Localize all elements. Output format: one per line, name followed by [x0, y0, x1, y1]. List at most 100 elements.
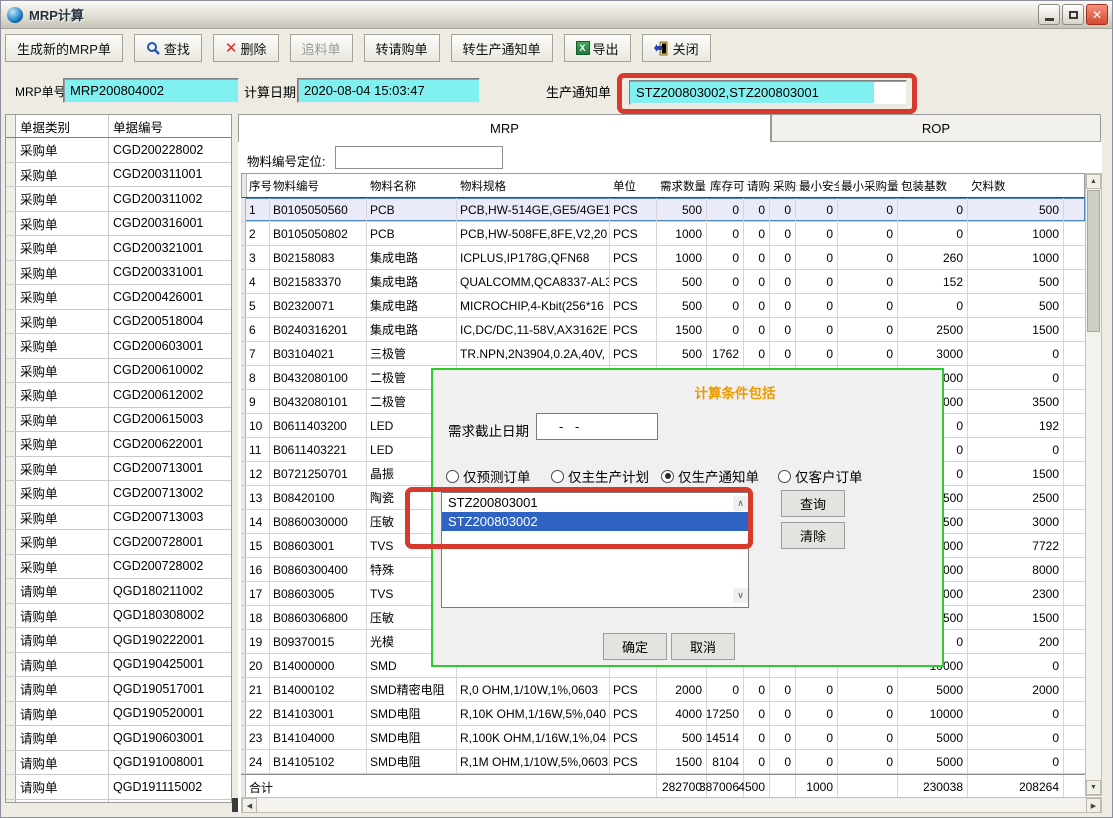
column-header[interactable]: 序号: [247, 178, 271, 194]
table-row[interactable]: 24B14105102SMD电阻R,1M OHM,1/10W,5%,0603PC…: [241, 750, 1085, 774]
scroll-right-button[interactable]: ▶: [1086, 798, 1101, 813]
column-header[interactable]: 欠料数: [969, 178, 1065, 194]
table-row[interactable]: 采购单CGD200321001: [6, 236, 231, 261]
table-row[interactable]: 请购单QGD191117001: [6, 800, 231, 804]
column-header[interactable]: 物料规格: [458, 178, 611, 194]
table-row[interactable]: 请购单QGD190425001: [6, 653, 231, 678]
vertical-scroll-thumb[interactable]: [1087, 190, 1100, 332]
doc-type-cell: 采购单: [16, 383, 109, 407]
table-row[interactable]: 采购单CGD200713003: [6, 506, 231, 531]
toolbar-button-7[interactable]: X导出: [564, 34, 631, 62]
horizontal-scrollbar[interactable]: ◀ ▶: [241, 797, 1102, 813]
radio-4[interactable]: 仅客户订单: [778, 466, 863, 486]
table-row[interactable]: 采购单CGD200713001: [6, 457, 231, 482]
table-row[interactable]: 7B03104021三极管TR.NPN,2N3904,0.2A,40V,PCS5…: [241, 342, 1085, 366]
tab-mrp[interactable]: MRP: [238, 114, 771, 142]
table-row[interactable]: 采购单CGD200728001: [6, 530, 231, 555]
column-header[interactable]: 包装基数: [899, 178, 969, 194]
table-row[interactable]: 请购单QGD190603001: [6, 726, 231, 751]
doc-no-header[interactable]: 单据编号: [109, 115, 231, 137]
close-button[interactable]: ✕: [1086, 4, 1108, 25]
minimize-button[interactable]: [1038, 4, 1060, 25]
table-row[interactable]: 采购单CGD200612002: [6, 383, 231, 408]
table-row[interactable]: 采购单CGD200610002: [6, 359, 231, 384]
table-row[interactable]: 采购单CGD200713002: [6, 481, 231, 506]
table-row[interactable]: 采购单CGD200316001: [6, 212, 231, 237]
column-header[interactable]: 请购未采购: [745, 178, 771, 194]
query-button[interactable]: 查询: [781, 490, 845, 517]
mrp-table-header: 序号物料编号物料名称物料规格单位需求数量库存可用量请购未采购采购未入库最小安全库…: [241, 173, 1085, 198]
column-header[interactable]: 库存可用量: [708, 178, 745, 194]
doc-no-cell: QGD190520001: [109, 702, 231, 726]
radio-1[interactable]: 仅预测订单: [446, 466, 531, 486]
table-row[interactable]: 采购单CGD200311002: [6, 187, 231, 212]
table-row[interactable]: 请购单QGD180211002: [6, 579, 231, 604]
calc-date-field[interactable]: 2020-08-04 15:03:47: [297, 78, 480, 103]
table-row[interactable]: 6B0240316201集成电路IC,DC/DC,11-58V,AX3162EP…: [241, 318, 1085, 342]
vertical-scrollbar[interactable]: ▲ ▼: [1085, 173, 1102, 796]
data-cell: PCS: [610, 702, 657, 725]
table-row[interactable]: 采购单CGD200518004: [6, 310, 231, 335]
toolbar-button-5[interactable]: 转请购单: [364, 34, 440, 62]
table-row[interactable]: 请购单QGD191008001: [6, 751, 231, 776]
table-row[interactable]: 请购单QGD190520001: [6, 702, 231, 727]
table-row[interactable]: 22B14103001SMD电阻R,10K OHM,1/16W,5%,040PC…: [241, 702, 1085, 726]
table-row[interactable]: 请购单QGD190517001: [6, 677, 231, 702]
scroll-left-button[interactable]: ◀: [242, 798, 257, 813]
radio-label: 仅生产通知单: [678, 466, 759, 486]
data-cell: B02320071: [270, 294, 367, 317]
clear-button[interactable]: 清除: [781, 522, 845, 549]
table-row[interactable]: 采购单CGD200728002: [6, 555, 231, 580]
column-header[interactable]: 需求数量: [658, 178, 708, 194]
scroll-up-button[interactable]: ▲: [1086, 174, 1101, 189]
data-cell: B0611403200: [270, 414, 367, 437]
table-row[interactable]: 21B14000102SMD精密电阻R,0 OHM,1/10W,1%,0603P…: [241, 678, 1085, 702]
table-row[interactable]: 2B0105050802PCBPCB,HW-508FE,8FE,V2,20PCS…: [241, 222, 1085, 246]
table-row[interactable]: 采购单CGD200228002: [6, 138, 231, 163]
radio-2[interactable]: 仅主生产计划: [551, 466, 649, 486]
toolbar-button-6[interactable]: 转生产通知单: [451, 34, 553, 62]
doc-type-header[interactable]: 单据类别: [16, 115, 109, 137]
scroll-down-button[interactable]: ▼: [1086, 780, 1101, 795]
toolbar-button-3[interactable]: ✕删除: [213, 34, 279, 62]
table-row[interactable]: 采购单CGD200622001: [6, 432, 231, 457]
toolbar-button-1[interactable]: 生成新的MRP单: [5, 34, 123, 62]
table-row[interactable]: 采购单CGD200603001: [6, 334, 231, 359]
list-scroll-down-icon[interactable]: ∨: [733, 588, 748, 603]
material-locate-input[interactable]: [335, 146, 503, 169]
table-row[interactable]: 采购单CGD200331001: [6, 261, 231, 286]
splitter-handle[interactable]: [232, 798, 238, 812]
column-header[interactable]: 最小安全库存: [797, 178, 839, 194]
table-row[interactable]: 采购单CGD200311001: [6, 163, 231, 188]
data-cell: 0: [770, 702, 796, 725]
cancel-button[interactable]: 取消: [671, 633, 735, 660]
table-row[interactable]: 23B14104000SMD电阻R,100K OHM,1/16W,1%,04PC…: [241, 726, 1085, 750]
annotation-box-notice-list: [405, 487, 753, 549]
column-header[interactable]: 单位: [611, 178, 658, 194]
table-row[interactable]: 3B02158083集成电路ICPLUS,IP178G,QFN68PCS1000…: [241, 246, 1085, 270]
table-row[interactable]: 4B021583370集成电路QUALCOMM,QCA8337-AL3PCS50…: [241, 270, 1085, 294]
table-row[interactable]: 请购单QGD191115002: [6, 775, 231, 800]
data-cell: SMD电阻: [367, 726, 457, 749]
doc-type-cell: 请购单: [16, 677, 109, 701]
column-header[interactable]: 物料名称: [368, 178, 458, 194]
table-row[interactable]: 请购单QGD190222001: [6, 628, 231, 653]
ok-button[interactable]: 确定: [603, 633, 667, 660]
toolbar-button-8[interactable]: 关闭: [642, 34, 711, 62]
toolbar-button-4[interactable]: 追料单: [290, 34, 353, 62]
column-header[interactable]: 最小采购量: [839, 178, 899, 194]
maximize-button[interactable]: [1062, 4, 1084, 25]
table-row[interactable]: 采购单CGD200615003: [6, 408, 231, 433]
column-header[interactable]: 采购未入库: [771, 178, 797, 194]
data-cell: B0611403221: [270, 438, 367, 461]
toolbar-button-2[interactable]: 查找: [134, 34, 202, 62]
demand-cutoff-date-input[interactable]: - -: [536, 413, 658, 440]
radio-3[interactable]: 仅生产通知单: [661, 466, 759, 486]
table-row[interactable]: 采购单CGD200426001: [6, 285, 231, 310]
table-row[interactable]: 1B0105050560PCBPCB,HW-514GE,GE5/4GE1PCS5…: [241, 198, 1085, 222]
column-header[interactable]: 物料编号: [271, 178, 368, 194]
table-row[interactable]: 5B02320071集成电路MICROCHIP,4-Kbit(256*16PCS…: [241, 294, 1085, 318]
tab-rop[interactable]: ROP: [771, 114, 1101, 142]
table-row[interactable]: 请购单QGD180308002: [6, 604, 231, 629]
mrp-no-field[interactable]: MRP200804002: [63, 78, 239, 103]
